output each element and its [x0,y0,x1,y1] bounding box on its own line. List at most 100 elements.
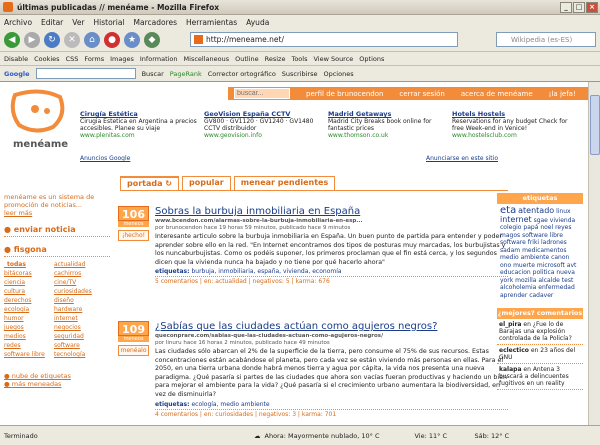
google-options[interactable]: Opciones [323,70,353,78]
ads-footer-link[interactable]: Anuncios Google [80,155,130,162]
tags-list[interactable]: burbuja, inmobiliaria, españa, vivienda,… [191,268,341,275]
tag-link[interactable]: sadam [500,247,520,254]
ad-url[interactable]: www.plenitas.com [80,132,198,139]
dev-viewsource[interactable]: View Source [313,55,353,63]
ad-title[interactable]: Madrid Getaways [328,110,446,118]
ad-url[interactable]: www.hostelsclub.com [452,132,570,139]
category-link[interactable]: cine/TV [54,279,104,286]
tag-link[interactable]: microsoft [537,262,565,269]
category-tag[interactable]: en: curiosidades [204,411,253,418]
tag-link[interactable]: mozilla [515,277,536,284]
tag-link[interactable]: vivienda [550,217,575,224]
fisgona-link[interactable]: ● fisgona [4,245,110,257]
tag-link[interactable]: colegio [500,224,521,231]
advertise-link[interactable]: Anunciarse en este sitio [426,155,498,162]
url-bar[interactable]: http://meneame.net/ [190,32,458,47]
comments-link[interactable]: 5 comentarios [155,278,198,285]
ad-1[interactable]: Cirugía Estética Cirugia Estetica en Arg… [80,110,198,139]
ad-title[interactable]: GeoVision España CCTV [204,110,322,118]
ad-url[interactable]: www.thomson.co.uk [328,132,446,139]
comment-item[interactable]: eclectico en 23 años del GNU [497,345,583,364]
category-link[interactable]: software [54,342,104,349]
tag-link[interactable]: software [500,239,526,246]
ad-url[interactable]: www.geovision.info [204,132,322,139]
comment-item[interactable]: el_pira en ¿Fue lo de Barajas una explos… [497,319,583,345]
dev-forms[interactable]: Forms [84,55,104,63]
category-link[interactable]: tecnología [54,351,104,358]
dev-information[interactable]: Information [140,55,178,63]
site-search-input[interactable] [234,88,290,99]
category-link[interactable]: juegos [4,324,54,331]
dev-css[interactable]: CSS [66,55,79,63]
ad-2[interactable]: GeoVision España CCTV GV800 · GV1120 · G… [204,110,322,139]
dev-tools[interactable]: Tools [291,55,307,63]
tag-link[interactable]: friki [528,239,539,246]
tag-link[interactable]: avt [567,262,577,269]
category-link[interactable]: cultura [4,288,54,295]
category-link[interactable]: derechos [4,297,54,304]
extension-icon[interactable]: ◆ [144,32,160,48]
dev-misc[interactable]: Miscellaneous [184,55,230,63]
scrollbar-thumb[interactable] [590,95,600,155]
category-link[interactable]: _todas [4,261,54,268]
tag-link[interactable]: ambiente [521,254,550,261]
dev-resize[interactable]: Resize [265,55,286,63]
search-input[interactable]: Wikipedia (es-ES) [496,32,596,47]
tag-link[interactable]: aprender [500,292,527,299]
category-link[interactable]: humor [4,315,54,322]
category-link[interactable]: redes [4,342,54,349]
menu-herramientas[interactable]: Herramientas [186,18,237,27]
ad-title[interactable]: Hotels Hostels [452,110,570,118]
tag-link[interactable]: york [500,277,513,284]
menu-ayuda[interactable]: Ayuda [246,18,269,27]
tag-link[interactable]: canon [551,254,569,261]
category-link[interactable]: medios [4,333,54,340]
google-spell[interactable]: Corrector ortográfico [208,70,276,78]
category-link[interactable]: cachirros [54,270,104,277]
tag-link[interactable]: internet [500,215,532,224]
bookmark-icon[interactable]: ★ [124,32,140,48]
forward-icon[interactable]: ▶ [24,32,40,48]
menu-archivo[interactable]: Archivo [4,18,32,27]
most-voted-link[interactable]: ● más meneadas [4,380,110,388]
tab-portada[interactable]: portada ↻ [120,176,180,190]
tag-link[interactable]: cadaver [529,292,553,299]
category-link[interactable]: diseño [54,297,104,304]
send-story-link[interactable]: ● enviar noticia [4,225,110,237]
tag-cloud-link[interactable]: ● nube de etiquetas [4,372,110,380]
tag-link[interactable]: politica [533,269,555,276]
dev-disable[interactable]: Disable [4,55,28,63]
reload-icon[interactable]: ↻ [44,32,60,48]
google-subscribe[interactable]: Suscribirse [282,70,318,78]
category-link[interactable]: hardware [54,306,104,313]
tag-link[interactable]: sgae [534,217,548,224]
close-button[interactable]: × [586,2,598,13]
ad-4[interactable]: Hotels Hostels Reservations for any budg… [452,110,570,139]
tag-link[interactable]: papá [523,224,538,231]
back-icon[interactable]: ◀ [4,32,20,48]
tag-link[interactable]: nueva [556,269,575,276]
category-tag[interactable]: en: actualidad [204,278,247,285]
story-title[interactable]: Sobras la burbuja inmobiliaria en España [155,206,508,217]
tag-link[interactable]: medio [500,254,519,261]
category-link[interactable]: negocios [54,324,104,331]
link-about[interactable]: acerca de menéame [461,90,533,98]
category-link[interactable]: internet [54,315,104,322]
tag-link[interactable]: educacion [500,269,531,276]
category-link[interactable]: seguridad [54,333,104,340]
read-more-link[interactable]: leer más [4,209,110,217]
block-icon[interactable]: ● [104,32,120,48]
vertical-scrollbar[interactable] [588,82,600,425]
dev-cookies[interactable]: Cookies [34,55,59,63]
tags-list[interactable]: ecología, medio ambiente [191,401,269,408]
tag-link[interactable]: reyes [555,224,571,231]
menu-marcadores[interactable]: Marcadores [134,18,178,27]
tag-link[interactable]: test [562,277,574,284]
stop-icon[interactable]: ✕ [64,32,80,48]
site-logo[interactable]: menéame [5,85,75,157]
vote-button[interactable]: menéalo [118,345,149,356]
tab-popular[interactable]: popular [182,176,231,190]
comment-item[interactable]: kalapa en Antena 3 buscará a delincuente… [497,364,583,390]
tag-link[interactable]: software [522,232,548,239]
link-logout[interactable]: cerrar sesión [399,90,444,98]
